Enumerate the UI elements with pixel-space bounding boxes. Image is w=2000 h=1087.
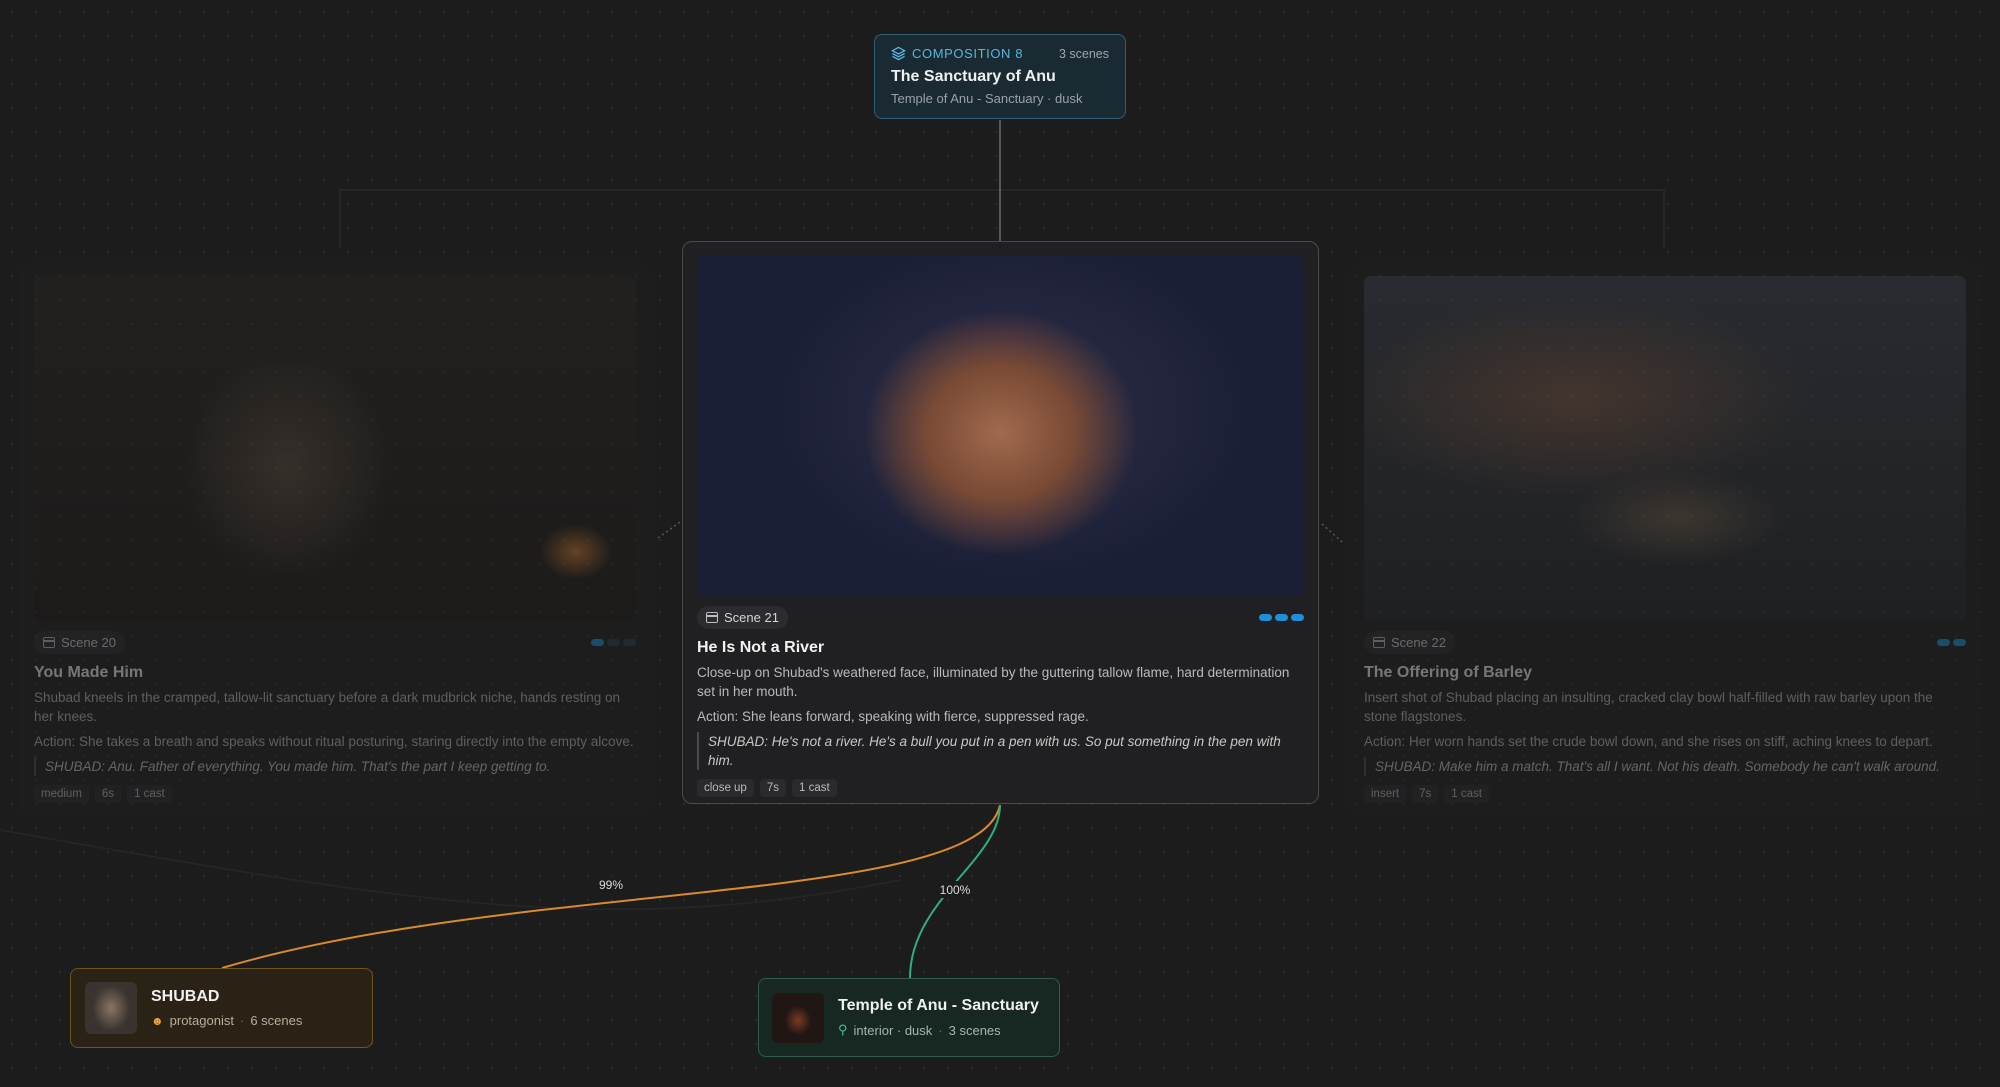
character-scene-count: 6 scenes [250, 1013, 303, 1028]
location-node[interactable]: Temple of Anu - Sanctuary ⚲ interior · d… [758, 978, 1060, 1057]
scene-link-left [657, 521, 681, 539]
progress-dot [1259, 614, 1272, 621]
progress-dots [1259, 614, 1304, 621]
location-name: Temple of Anu - Sanctuary [838, 997, 1039, 1014]
layers-icon [891, 46, 906, 61]
cast-tag: 1 cast [792, 779, 837, 797]
character-node[interactable]: SHUBAD ☻ protagonist · 6 scenes [70, 968, 373, 1048]
separator: · [938, 1022, 943, 1038]
scene-card-22[interactable]: Scene 22 The Offering of Barley Insert s… [1350, 262, 1980, 817]
shot-type-tag: close up [697, 779, 754, 797]
scene-thumbnail [1364, 276, 1966, 621]
graph-canvas[interactable]: 99% 100% COMPOSITION 8 3 scenes The Sanc… [0, 0, 2000, 1087]
duration-tag: 7s [1412, 785, 1439, 803]
shot-type-tag: medium [34, 785, 89, 803]
cast-tag: 1 cast [1444, 785, 1489, 803]
map-pin-icon: ⚲ [838, 1022, 848, 1037]
scene-thumbnail [34, 276, 636, 621]
scene-description: Close-up on Shubad's weathered face, ill… [697, 665, 1290, 699]
scene-title: He Is Not a River [697, 639, 825, 656]
scene-thumbnail [697, 256, 1304, 596]
scene-description: Shubad kneels in the cramped, tallow-lit… [34, 690, 621, 724]
shot-type-tag: insert [1364, 785, 1407, 803]
location-scene-count: 3 scenes [948, 1022, 1001, 1038]
composition-tag: COMPOSITION 8 [912, 46, 1024, 61]
scene-dialogue: SHUBAD: Anu. Father of everything. You m… [34, 757, 636, 776]
composition-node[interactable]: COMPOSITION 8 3 scenes The Sanctuary of … [874, 34, 1126, 119]
duration-tag: 6s [94, 785, 122, 803]
scene-action: Action: She takes a breath and speaks wi… [34, 734, 634, 749]
clapperboard-icon [706, 612, 718, 623]
avatar [85, 982, 137, 1034]
progress-dot [1953, 639, 1966, 646]
scene-label-chip: Scene 20 [34, 631, 125, 654]
location-thumbnail [772, 992, 824, 1043]
location-details: interior · dusk [853, 1022, 933, 1038]
scene-label-chip: Scene 22 [1364, 631, 1455, 654]
scene-description: Insert shot of Shubad placing an insulti… [1364, 690, 1933, 724]
scene-tags: close up 7s 1 cast [697, 779, 1304, 797]
cast-tag: 1 cast [127, 785, 172, 803]
scene-card-20[interactable]: Scene 20 You Made Him Shubad kneels in t… [20, 262, 650, 817]
progress-dot [591, 639, 604, 646]
scene-action: Action: She leans forward, speaking with… [697, 709, 1089, 724]
scene-title: The Offering of Barley [1364, 664, 1533, 681]
duration-tag: 7s [759, 779, 786, 797]
scene-card-21[interactable]: Scene 21 He Is Not a River Close-up on S… [682, 241, 1319, 804]
scene-tags: insert 7s 1 cast [1364, 785, 1966, 803]
progress-dot [623, 639, 636, 646]
composition-scene-count: 3 scenes [1058, 46, 1109, 61]
composition-title: The Sanctuary of Anu [891, 68, 1056, 85]
location-edge-label: 100% [940, 883, 971, 897]
background-connector [0, 829, 901, 910]
scene-link-right [1321, 523, 1343, 543]
progress-dot [607, 639, 620, 646]
clapperboard-icon [1373, 637, 1385, 648]
scene-action: Action: Her worn hands set the crude bow… [1364, 734, 1933, 749]
character-role: protagonist [169, 1013, 234, 1028]
scene-label: Scene 20 [61, 635, 116, 650]
scene-tags: medium 6s 1 cast [34, 785, 636, 803]
progress-dot [1937, 639, 1950, 646]
background-connector [339, 189, 1665, 248]
scene-title: You Made Him [34, 664, 144, 681]
clapperboard-icon [43, 637, 55, 648]
character-edge-label: 99% [599, 878, 623, 892]
person-icon: ☻ [151, 1013, 164, 1028]
composition-subtitle: Temple of Anu - Sanctuary · dusk [891, 91, 1083, 106]
scene-dialogue: SHUBAD: Make him a match. That's all I w… [1364, 757, 1966, 776]
progress-dots [1937, 639, 1966, 646]
progress-dot [1291, 614, 1304, 621]
scene-dialogue: SHUBAD: He's not a river. He's a bull yo… [697, 732, 1304, 770]
scene-label-chip: Scene 21 [697, 606, 788, 629]
scene-label: Scene 22 [1391, 635, 1446, 650]
progress-dots [591, 639, 636, 646]
character-name: SHUBAD [151, 988, 220, 1005]
scene-label: Scene 21 [724, 610, 779, 625]
progress-dot [1275, 614, 1288, 621]
separator: · [239, 1013, 245, 1028]
